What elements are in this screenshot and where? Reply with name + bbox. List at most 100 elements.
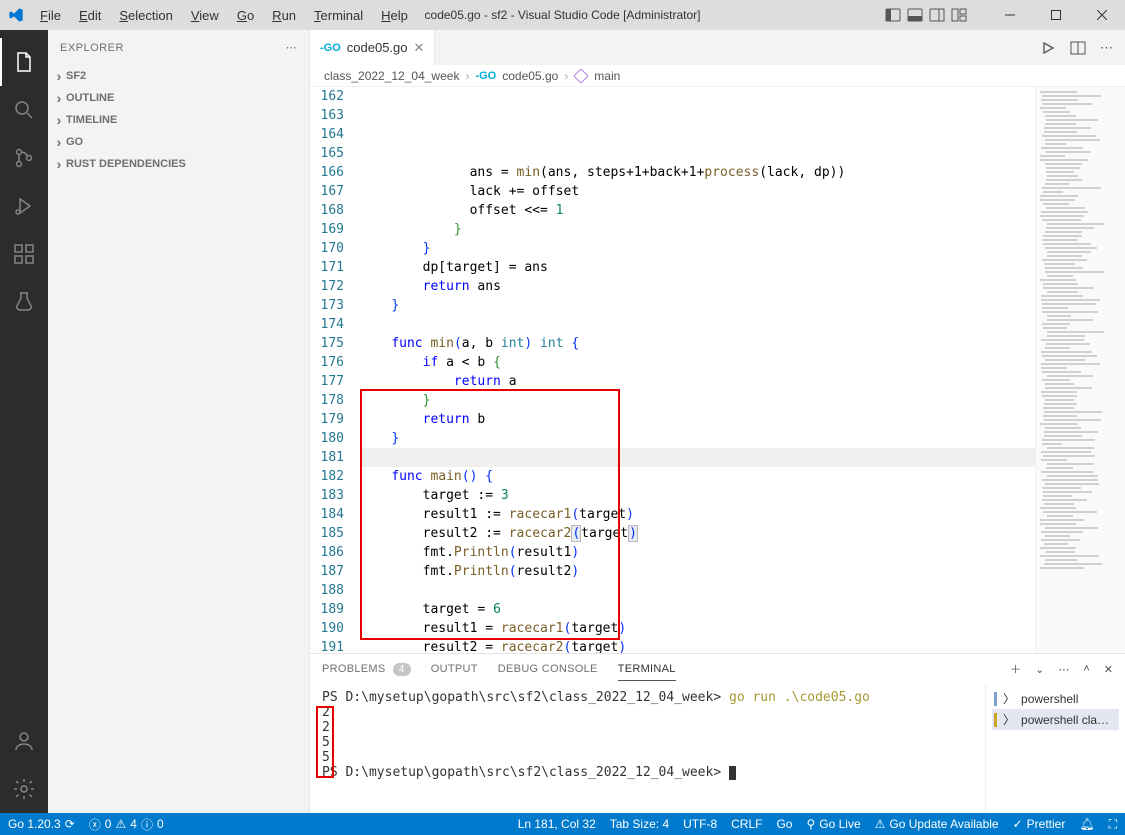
terminal-command: go run .\code05.go bbox=[729, 690, 870, 705]
terminal-instance[interactable]: 〉powershell cla… bbox=[992, 709, 1119, 730]
editor-tabs: -GO code05.go ✕ ⋯ bbox=[310, 30, 1125, 65]
eol[interactable]: CRLF bbox=[731, 817, 762, 832]
language-mode[interactable]: Go bbox=[776, 817, 792, 832]
minimize-button[interactable] bbox=[987, 0, 1033, 30]
title-bar: FileEditSelectionViewGoRunTerminalHelp c… bbox=[0, 0, 1125, 30]
terminal-instance[interactable]: 〉powershell bbox=[992, 688, 1119, 709]
close-button[interactable] bbox=[1079, 0, 1125, 30]
chevron-right-icon: › bbox=[52, 134, 66, 150]
explorer-activity-icon[interactable] bbox=[0, 38, 48, 86]
settings-activity-icon[interactable] bbox=[0, 765, 48, 813]
close-panel-icon[interactable]: ✕ bbox=[1104, 663, 1113, 676]
go-live[interactable]: ⚲ Go Live bbox=[806, 817, 860, 832]
testing-activity-icon[interactable] bbox=[0, 278, 48, 326]
terminal-cursor bbox=[729, 766, 736, 780]
more-actions-icon[interactable]: ⋯ bbox=[1100, 40, 1113, 56]
chevron-right-icon: › bbox=[52, 112, 66, 128]
breadcrumb-file[interactable]: code05.go bbox=[502, 69, 558, 83]
terminal-tab[interactable]: TERMINAL bbox=[618, 657, 676, 681]
problems-status[interactable]: ⓧ0 ⚠4 ⓘ0 bbox=[89, 816, 164, 833]
terminal-output-line: 2 bbox=[322, 705, 973, 720]
broadcast-icon: ⚲ bbox=[806, 817, 815, 831]
layout-controls bbox=[885, 7, 967, 23]
line-gutter[interactable]: 1621631641651661671681691701711721731741… bbox=[310, 87, 360, 653]
run-file-icon[interactable] bbox=[1040, 40, 1056, 56]
encoding[interactable]: UTF-8 bbox=[683, 817, 717, 832]
accounts-activity-icon[interactable] bbox=[0, 717, 48, 765]
new-terminal-icon[interactable]: ＋ bbox=[1010, 661, 1021, 677]
terminal-output-line: 2 bbox=[322, 720, 973, 735]
close-tab-icon[interactable]: ✕ bbox=[414, 40, 425, 56]
symbol-icon bbox=[574, 69, 588, 83]
terminal-prompt: PS D:\mysetup\gopath\src\sf2\class_2022_… bbox=[322, 690, 729, 705]
breadcrumb[interactable]: class_2022_12_04_week › -GO code05.go › … bbox=[310, 65, 1125, 87]
toggle-panel-right-icon[interactable] bbox=[929, 7, 945, 23]
prettier-status[interactable]: ✓ Prettier bbox=[1013, 817, 1066, 832]
problems-tab[interactable]: PROBLEMS 4 bbox=[322, 657, 411, 681]
go-file-icon: -GO bbox=[475, 70, 496, 82]
breadcrumb-folder[interactable]: class_2022_12_04_week bbox=[324, 69, 459, 83]
source-control-activity-icon[interactable] bbox=[0, 134, 48, 182]
breadcrumb-symbol[interactable]: main bbox=[594, 69, 620, 83]
extensions-activity-icon[interactable] bbox=[0, 230, 48, 278]
activity-bar bbox=[0, 30, 48, 813]
feedback-icon[interactable]: ⛶ bbox=[1109, 817, 1117, 832]
terminal-output-line: 5 bbox=[322, 750, 973, 765]
search-activity-icon[interactable] bbox=[0, 86, 48, 134]
toggle-panel-left-icon[interactable] bbox=[885, 7, 901, 23]
editor-tab-code05[interactable]: -GO code05.go ✕ bbox=[310, 30, 435, 65]
menu-edit[interactable]: Edit bbox=[71, 4, 109, 27]
run-debug-activity-icon[interactable] bbox=[0, 182, 48, 230]
customize-layout-icon[interactable] bbox=[951, 7, 967, 23]
menu-go[interactable]: Go bbox=[229, 4, 262, 27]
toggle-panel-bottom-icon[interactable] bbox=[907, 7, 923, 23]
menu-selection[interactable]: Selection bbox=[111, 4, 180, 27]
terminal-shell-icon: 〉 bbox=[1003, 711, 1015, 728]
window-title: code05.go - sf2 - Visual Studio Code [Ad… bbox=[425, 8, 701, 22]
debug-console-tab[interactable]: DEBUG CONSOLE bbox=[498, 657, 598, 681]
output-tab[interactable]: OUTPUT bbox=[431, 657, 478, 681]
code-editor[interactable]: ans = min(ans, steps+1+back+1+process(la… bbox=[360, 87, 1035, 653]
sidebar-section-sf2[interactable]: › SF2 bbox=[48, 65, 309, 87]
menu-terminal[interactable]: Terminal bbox=[306, 4, 371, 27]
info-icon: ⓘ bbox=[141, 816, 153, 833]
notifications-icon[interactable]: 🔔︎ bbox=[1079, 817, 1094, 832]
go-file-icon: -GO bbox=[320, 42, 341, 54]
sync-icon: ⟳ bbox=[65, 817, 75, 831]
terminal-list: 〉powershell〉powershell cla… bbox=[985, 684, 1125, 813]
terminal-shell-icon: 〉 bbox=[1003, 690, 1015, 707]
menu-bar: FileEditSelectionViewGoRunTerminalHelp bbox=[32, 4, 416, 27]
go-version[interactable]: Go 1.20.3 ⟳ bbox=[8, 817, 75, 831]
window-controls bbox=[987, 0, 1125, 30]
terminal-dropdown-icon[interactable]: ⌄ bbox=[1035, 663, 1044, 676]
minimap[interactable] bbox=[1035, 87, 1125, 653]
status-bar: Go 1.20.3 ⟳ ⓧ0 ⚠4 ⓘ0 Ln 181, Col 32 Tab … bbox=[0, 813, 1125, 835]
warning-icon: ⚠ bbox=[115, 817, 126, 831]
maximize-button[interactable] bbox=[1033, 0, 1079, 30]
alert-icon: ⚠ bbox=[875, 817, 886, 831]
terminal[interactable]: PS D:\mysetup\gopath\src\sf2\class_2022_… bbox=[310, 684, 985, 813]
cursor-position[interactable]: Ln 181, Col 32 bbox=[518, 817, 596, 832]
sidebar-section-timeline[interactable]: › TIMELINE bbox=[48, 109, 309, 131]
sidebar-section-rust-dependencies[interactable]: › RUST DEPENDENCIES bbox=[48, 153, 309, 175]
terminal-prompt: PS D:\mysetup\gopath\src\sf2\class_2022_… bbox=[322, 765, 729, 780]
explorer-more-icon[interactable]: ⋯ bbox=[286, 41, 298, 54]
split-editor-icon[interactable] bbox=[1070, 40, 1086, 56]
menu-file[interactable]: File bbox=[32, 4, 69, 27]
sidebar-section-outline[interactable]: › OUTLINE bbox=[48, 87, 309, 109]
check-icon: ✓ bbox=[1013, 817, 1023, 831]
maximize-panel-icon[interactable]: ˄ bbox=[1083, 663, 1089, 675]
tab-label: code05.go bbox=[347, 40, 408, 55]
menu-view[interactable]: View bbox=[183, 4, 227, 27]
tab-size[interactable]: Tab Size: 4 bbox=[610, 817, 669, 832]
panel-more-icon[interactable]: ⋯ bbox=[1058, 663, 1069, 676]
menu-run[interactable]: Run bbox=[264, 4, 304, 27]
problems-badge: 4 bbox=[393, 663, 411, 676]
sidebar-section-go[interactable]: › GO bbox=[48, 131, 309, 153]
vscode-logo-icon bbox=[8, 7, 24, 23]
error-icon: ⓧ bbox=[89, 816, 101, 833]
menu-help[interactable]: Help bbox=[373, 4, 416, 27]
go-update[interactable]: ⚠ Go Update Available bbox=[875, 817, 999, 832]
chevron-right-icon: › bbox=[52, 68, 66, 84]
explorer-title: EXPLORER bbox=[60, 42, 124, 54]
